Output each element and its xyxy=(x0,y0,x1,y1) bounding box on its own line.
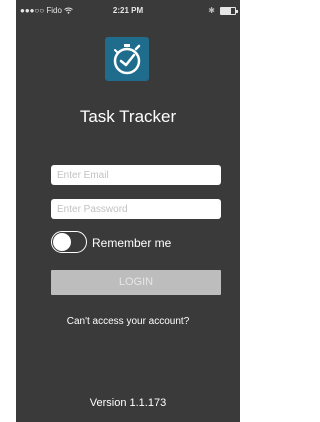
status-time: 2:21 PM xyxy=(112,6,144,15)
battery-icon xyxy=(220,6,238,15)
remember-me-toggle[interactable] xyxy=(51,231,87,253)
status-bar: ●●●○○ Fido 2:21 PM ✱ xyxy=(16,0,240,20)
toggle-knob xyxy=(53,233,71,251)
version-label: Version 1.1.173 xyxy=(89,397,167,409)
bluetooth-icon: ✱ xyxy=(208,6,215,15)
password-field[interactable] xyxy=(51,199,221,219)
cant-access-account-link[interactable]: Can't access your account? xyxy=(16,316,240,327)
stopwatch-check-icon xyxy=(113,44,141,75)
app-logo xyxy=(105,37,149,81)
app-title: Task Tracker xyxy=(79,107,177,126)
login-button[interactable]: LOGIN xyxy=(51,270,221,295)
remember-me-label: Remember me xyxy=(92,236,172,250)
email-field[interactable] xyxy=(51,165,221,185)
login-screen: ●●●○○ Fido 2:21 PM ✱ Task Tracker Enter … xyxy=(16,0,240,422)
